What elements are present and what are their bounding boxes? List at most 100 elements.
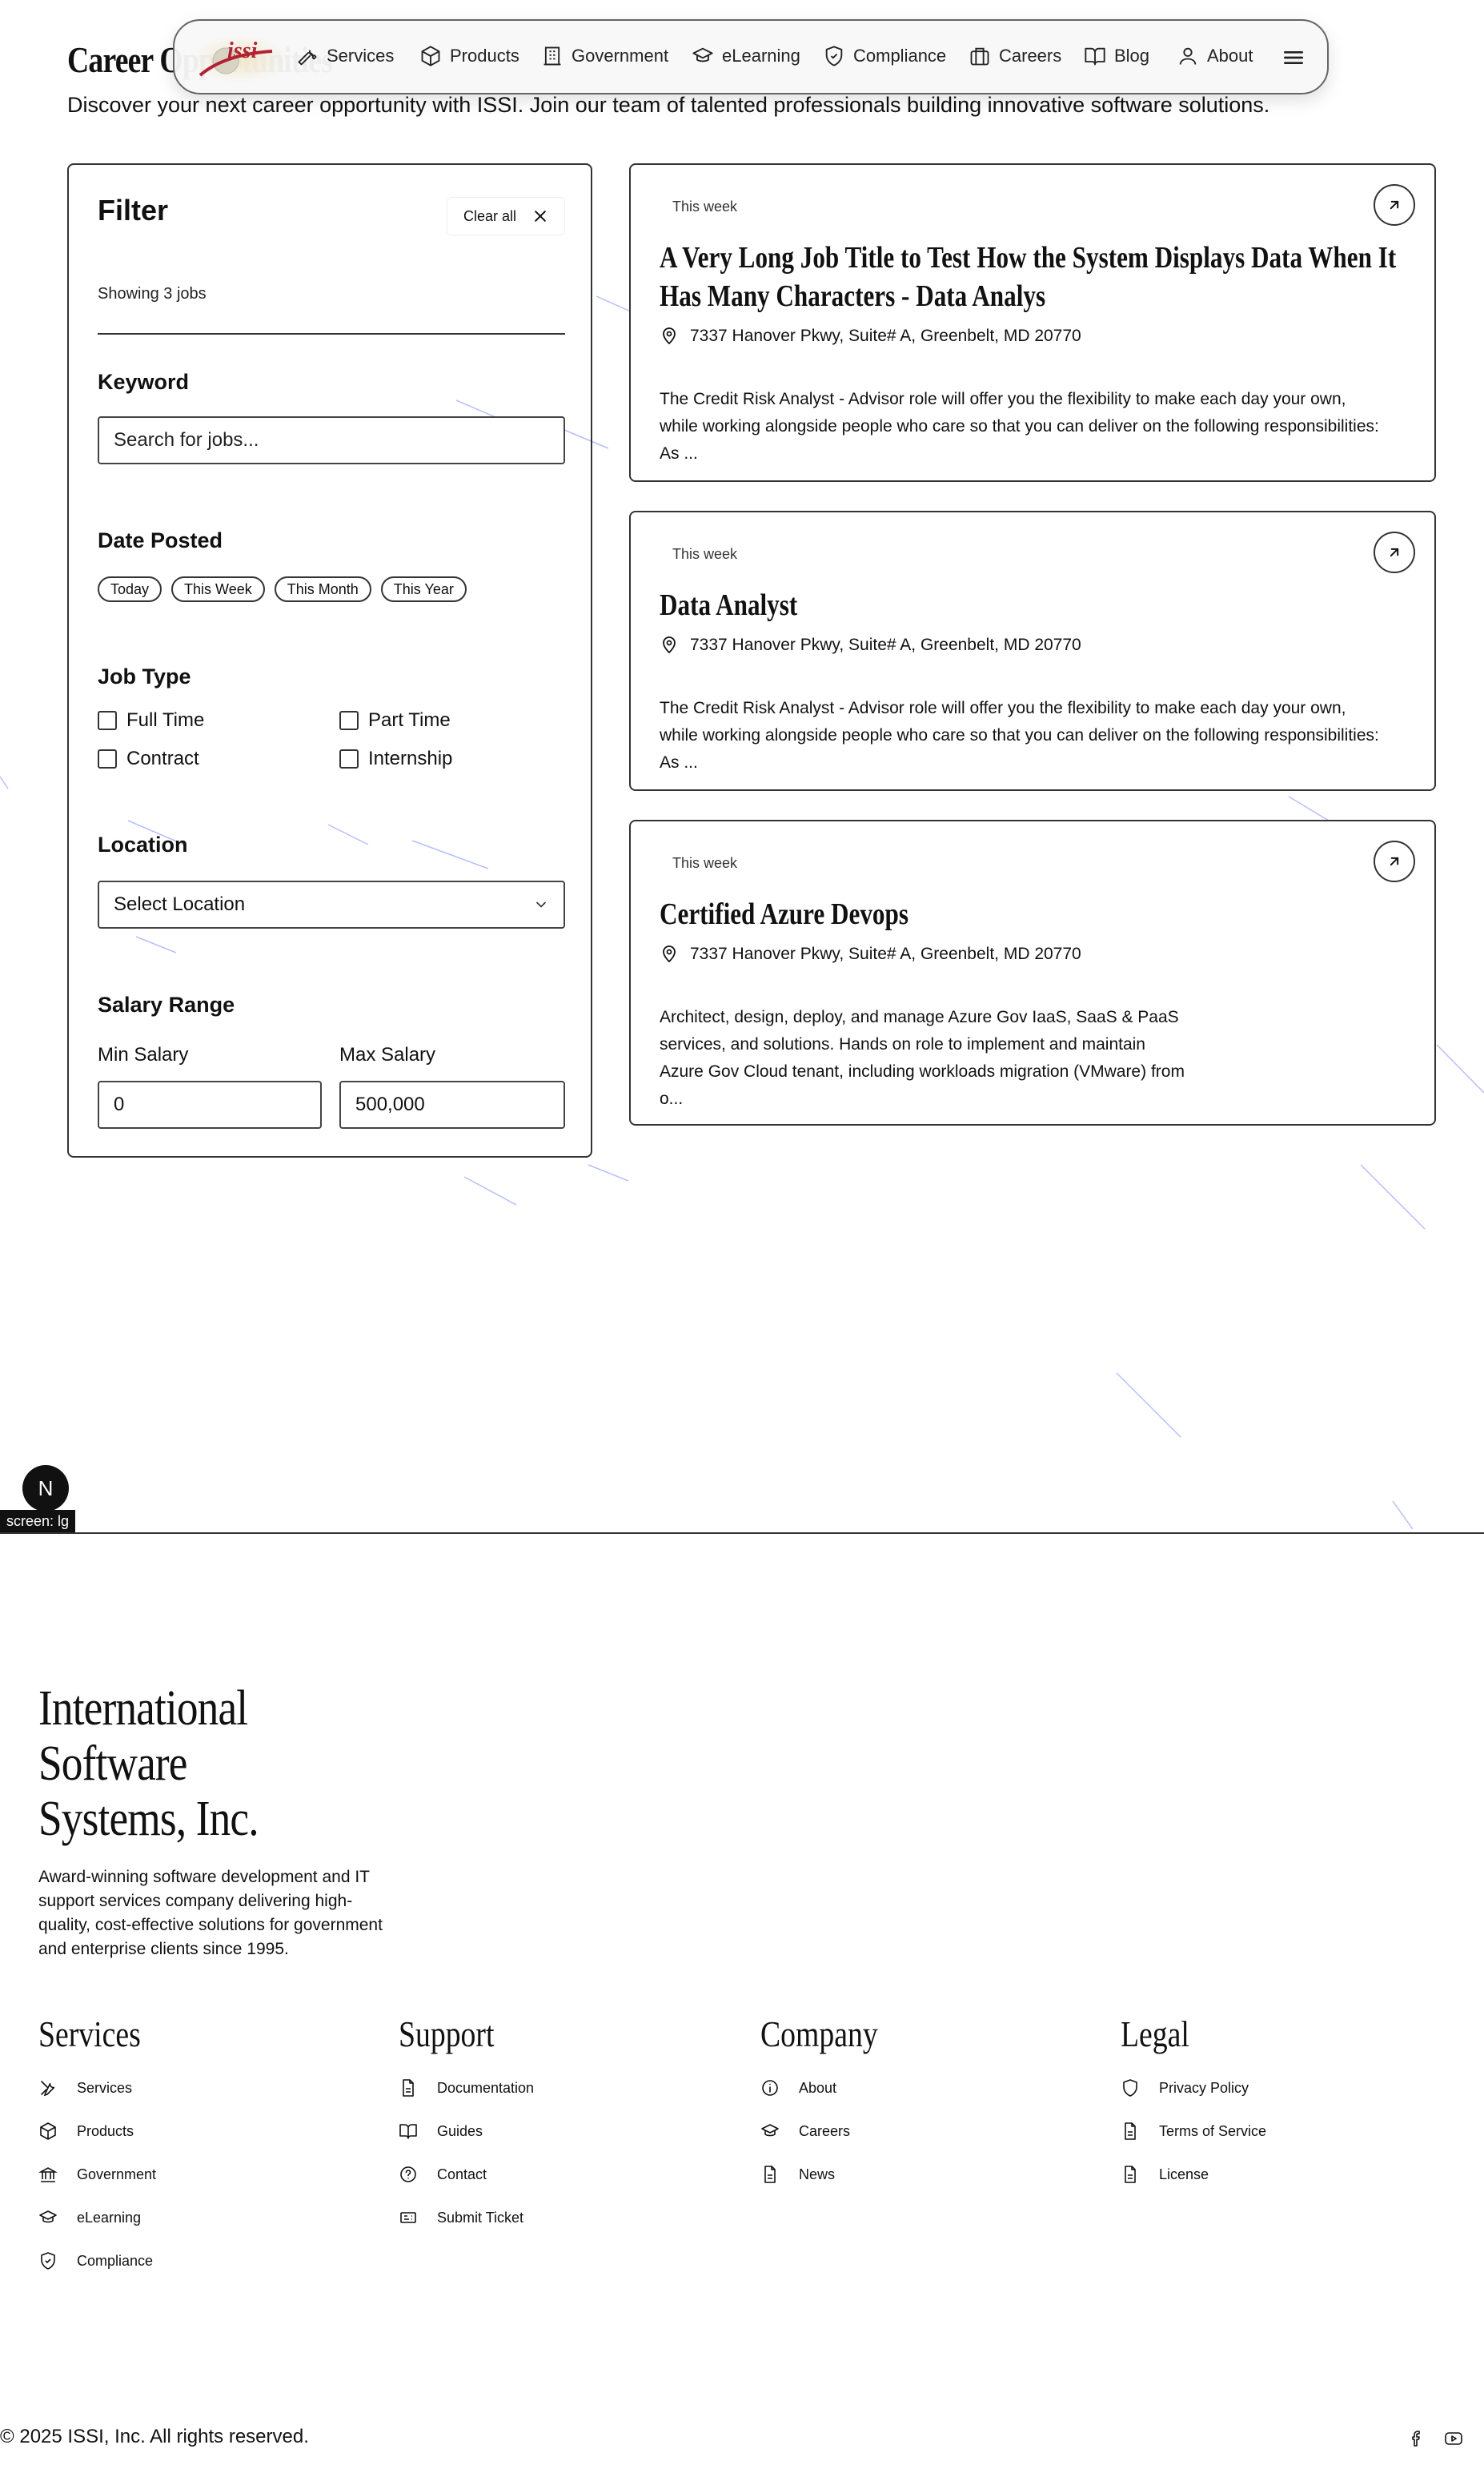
- footer-column-title: Company: [760, 2013, 878, 2054]
- footer-link-guides[interactable]: Guides: [399, 2110, 534, 2153]
- checkbox-box[interactable]: [339, 711, 359, 730]
- nav-label: Products: [450, 46, 519, 66]
- open-job-button[interactable]: [1374, 184, 1415, 226]
- brand-line: Systems, Inc.: [38, 1792, 259, 1846]
- job-type-label: Job Type: [98, 664, 191, 688]
- checkbox-box[interactable]: [98, 749, 117, 769]
- job-description: Architect, design, deploy, and manage Az…: [660, 1008, 1185, 1108]
- checkbox-label: Internship: [368, 748, 453, 769]
- nav-products[interactable]: Products: [419, 45, 519, 67]
- map-pin-icon: [663, 327, 676, 345]
- keyword-label: Keyword: [98, 370, 190, 394]
- min-salary-input[interactable]: [98, 1081, 322, 1129]
- footer-brand: International Software Systems, Inc.: [38, 1681, 259, 1847]
- results-count: Showing 3 jobs: [98, 285, 207, 303]
- nav-services[interactable]: Services: [296, 45, 394, 67]
- date-option-today[interactable]: Today: [98, 576, 162, 602]
- nav-elearning[interactable]: eLearning: [692, 45, 800, 67]
- footer-link-compliance[interactable]: Compliance: [38, 2239, 163, 2282]
- date-option-this-month[interactable]: This Month: [274, 576, 371, 602]
- footer-link-government[interactable]: Government: [38, 2153, 163, 2196]
- nav-blog[interactable]: Blog: [1084, 45, 1149, 67]
- graduation-cap-icon: [692, 47, 713, 62]
- footer-link-label: License: [1159, 2166, 1209, 2182]
- nav-compliance[interactable]: Compliance: [823, 45, 946, 67]
- footer-link-label: Guides: [437, 2122, 483, 2139]
- footer-column-company: Company About Careers News: [760, 2013, 904, 2196]
- checkbox-label: Part Time: [368, 709, 451, 731]
- chevron-down-icon: [536, 901, 546, 908]
- footer-link-elearning[interactable]: eLearning: [38, 2196, 163, 2239]
- location-label: Location: [98, 833, 188, 857]
- logo-graphic: issi: [192, 35, 288, 83]
- date-option-this-year[interactable]: This Year: [380, 576, 467, 602]
- shield-check-icon: [41, 2252, 55, 2270]
- shield-icon: [1123, 2079, 1137, 2097]
- nav-label: Services: [327, 46, 395, 66]
- job-card[interactable]: This week Data Analyst 7337 Hanover Pkwy…: [629, 511, 1436, 791]
- max-salary-label: Max Salary: [339, 1044, 436, 1066]
- file-text-icon: [764, 2166, 776, 2183]
- nav-about[interactable]: About: [1177, 45, 1253, 67]
- salary-range-label: Salary Range: [98, 993, 235, 1017]
- arrow-up-right-icon: [1390, 548, 1399, 557]
- nav-government[interactable]: Government: [541, 45, 668, 67]
- nav-label: Blog: [1114, 46, 1150, 66]
- dev-tools-badge[interactable]: N: [22, 1465, 69, 1511]
- footer-link-license[interactable]: License: [1121, 2153, 1266, 2196]
- job-card[interactable]: This week A Very Long Job Title to Test …: [629, 163, 1436, 482]
- checkbox-box[interactable]: [339, 749, 359, 769]
- jobtype-contract-checkbox[interactable]: Contract: [98, 748, 199, 770]
- date-option-this-week[interactable]: This Week: [171, 576, 265, 602]
- max-salary-input[interactable]: [339, 1081, 565, 1129]
- job-card[interactable]: This week Certified Azure Devops 7337 Ha…: [629, 820, 1436, 1126]
- location-select[interactable]: Select Location: [98, 881, 565, 929]
- facebook-link[interactable]: [1407, 2429, 1426, 2448]
- footer-link-services[interactable]: Services: [38, 2066, 163, 2110]
- building-icon: [543, 46, 561, 66]
- footer-description: Award-winning software development and I…: [38, 1868, 383, 1958]
- briefcase-icon: [970, 47, 989, 66]
- footer-column-legal: Legal Privacy Policy Terms of Service Li…: [1121, 2013, 1266, 2196]
- menu-button[interactable]: [1281, 45, 1306, 70]
- footer-link-about[interactable]: About: [760, 2066, 904, 2110]
- arrow-up-right-icon: [1390, 857, 1399, 866]
- nav-careers[interactable]: Careers: [969, 45, 1061, 67]
- map-pin-icon: [663, 636, 676, 654]
- job-title[interactable]: A Very Long Job Title to Test How the Sy…: [660, 239, 1408, 315]
- checkbox-box[interactable]: [98, 711, 117, 730]
- footer-link-products[interactable]: Products: [38, 2110, 163, 2153]
- jobtype-full-time-checkbox[interactable]: Full Time: [98, 709, 204, 732]
- footer-column-services: Services Services Products Government eL…: [38, 2013, 163, 2282]
- job-title[interactable]: Certified Azure Devops: [660, 895, 1408, 933]
- open-job-button[interactable]: [1374, 532, 1415, 573]
- footer-link-label: Contact: [437, 2166, 487, 2182]
- jobtype-internship-checkbox[interactable]: Internship: [339, 748, 452, 770]
- job-location: 7337 Hanover Pkwy, Suite# A, Greenbelt, …: [660, 327, 1081, 346]
- close-icon: [535, 211, 546, 222]
- box-icon: [421, 46, 440, 66]
- footer-link-terms-of-service[interactable]: Terms of Service: [1121, 2110, 1266, 2153]
- footer-link-contact[interactable]: Contact: [399, 2153, 534, 2196]
- brand-line: Software: [38, 1736, 187, 1791]
- help-circle-icon: [400, 2166, 416, 2182]
- youtube-link[interactable]: [1444, 2429, 1463, 2448]
- issi-logo[interactable]: issi: [192, 30, 304, 83]
- open-job-button[interactable]: [1374, 841, 1415, 882]
- footer-link-privacy-policy[interactable]: Privacy Policy: [1121, 2066, 1266, 2110]
- clear-all-button[interactable]: Clear all: [447, 197, 565, 235]
- job-title[interactable]: Data Analyst: [660, 586, 1408, 624]
- jobtype-part-time-checkbox[interactable]: Part Time: [339, 709, 451, 732]
- book-open-icon: [1085, 47, 1105, 66]
- footer-link-news[interactable]: News: [760, 2153, 904, 2196]
- box-icon: [40, 2122, 56, 2140]
- nav-label: About: [1207, 46, 1253, 66]
- filter-title: Filter: [98, 194, 169, 227]
- footer-link-submit-ticket[interactable]: Submit Ticket: [399, 2196, 534, 2239]
- footer-link-documentation[interactable]: Documentation: [399, 2066, 534, 2110]
- keyword-search-input[interactable]: [98, 416, 565, 464]
- checkbox-label: Full Time: [126, 709, 205, 731]
- job-description: The Credit Risk Analyst - Advisor role w…: [660, 699, 1379, 772]
- footer-link-careers[interactable]: Careers: [760, 2110, 904, 2153]
- nav-label: Compliance: [853, 46, 947, 66]
